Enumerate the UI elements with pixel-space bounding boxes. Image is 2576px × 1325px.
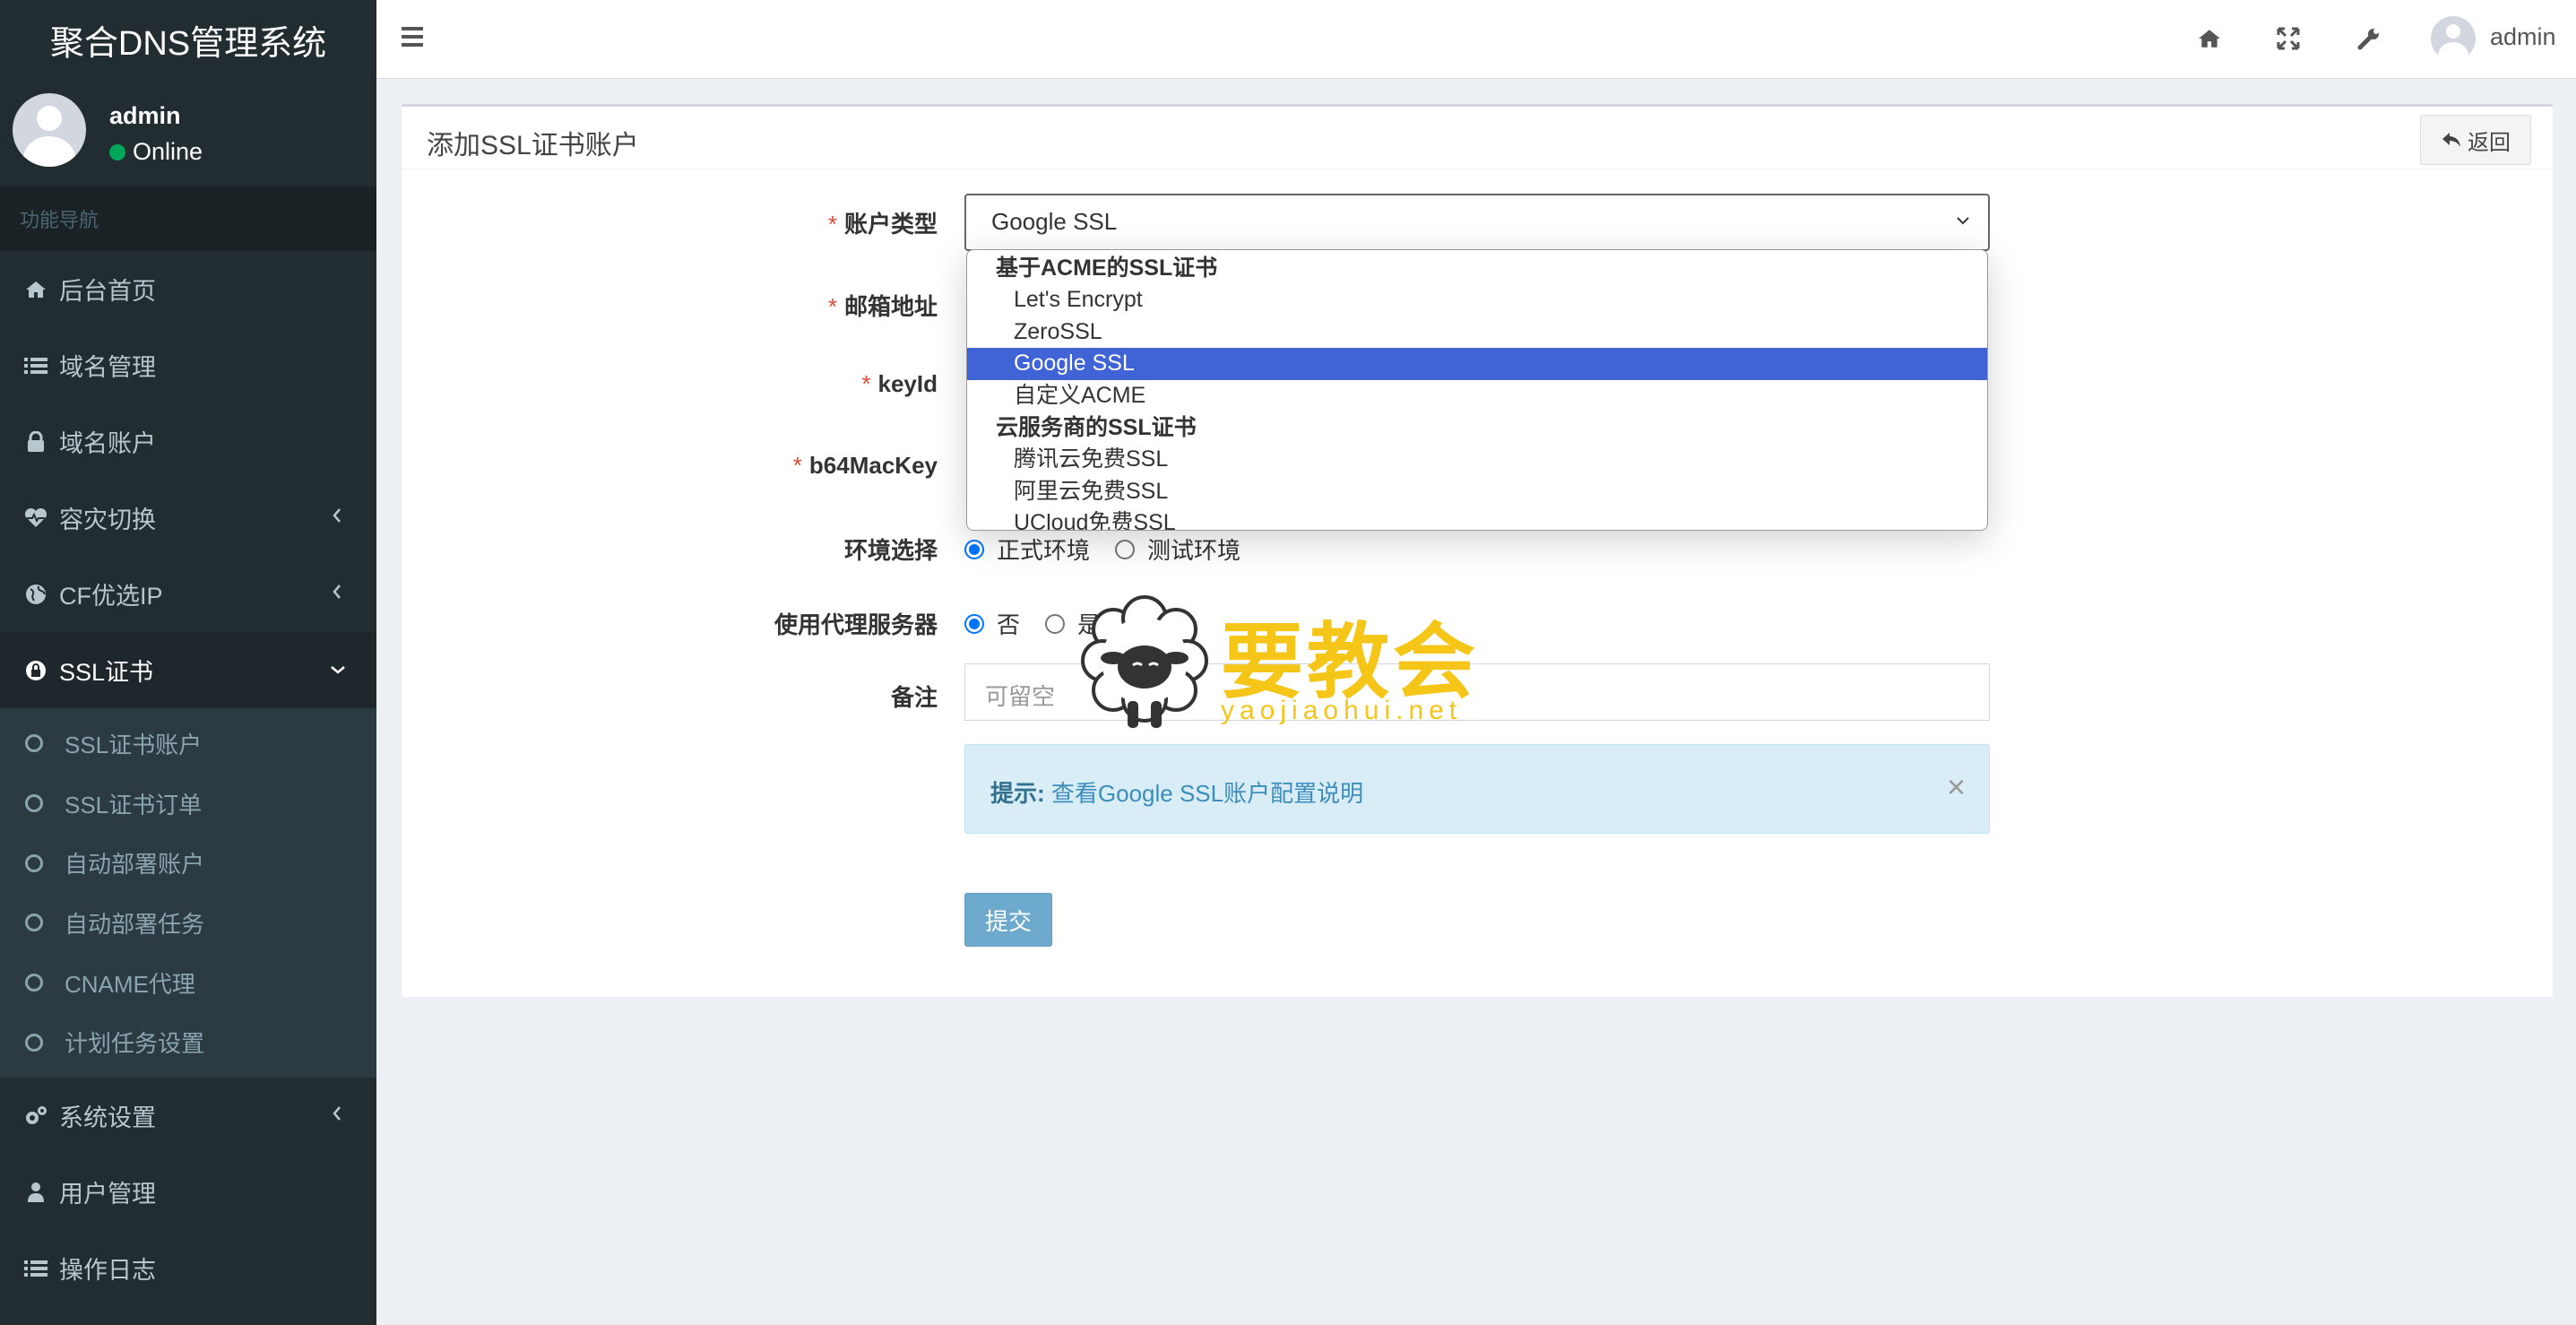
dropdown-group-acme: 基于ACME的SSL证书	[996, 255, 1218, 281]
sidebar-item-ssl[interactable]: SSL证书	[0, 632, 376, 708]
online-dot-icon	[109, 143, 125, 160]
nav-header: 功能导航	[0, 186, 376, 251]
sidebar: 聚合DNS管理系统 admin Online 功能导航 后台首页 域名管理 域名…	[0, 0, 376, 1325]
user-icon	[23, 1180, 48, 1205]
tip-link[interactable]: 查看Google SSL账户配置说明	[1051, 780, 1363, 807]
circle-icon	[25, 853, 43, 872]
sidebar-item-logs[interactable]: 操作日志	[0, 1230, 376, 1306]
b64mackey-label: * b64MacKey	[792, 452, 938, 479]
keyid-label: * keyId	[861, 370, 938, 397]
proxy-yes-radio[interactable]	[1045, 613, 1066, 634]
user-name: admin	[109, 102, 181, 129]
dropdown-option[interactable]: 自定义ACME	[967, 380, 1987, 412]
list-icon	[23, 353, 48, 378]
chevron-down-icon	[331, 666, 345, 674]
close-icon[interactable]: ×	[1947, 768, 1966, 806]
page-title: 添加SSL证书账户	[427, 131, 639, 160]
circle-icon	[25, 794, 43, 813]
sheep-logo-icon	[1081, 595, 1208, 728]
chevron-left-icon	[333, 585, 341, 599]
sidebar-item-failover[interactable]: 容灾切换	[0, 480, 376, 556]
remark-label: 备注	[890, 684, 938, 711]
fullscreen-icon[interactable]	[2275, 25, 2302, 52]
sidebar-subitem-ssl-accounts[interactable]: SSL证书账户	[0, 714, 376, 774]
sidebar-subitem-ssl-orders[interactable]: SSL证书订单	[0, 774, 376, 834]
dropdown-option-selected[interactable]: Google SSL	[967, 348, 1987, 380]
circle-icon	[25, 974, 43, 992]
sidebar-subitem-cron-settings[interactable]: 计划任务设置	[0, 1012, 376, 1072]
globe-icon	[23, 582, 48, 607]
home-icon	[23, 277, 48, 302]
reply-icon	[2442, 133, 2460, 147]
sidebar-item-settings[interactable]: 系统设置	[0, 1078, 376, 1154]
env-radio-group: 正式环境 测试环境	[964, 533, 1240, 566]
user-status: Online	[109, 138, 203, 166]
chevron-down-icon	[1957, 217, 1969, 225]
submit-button[interactable]: 提交	[964, 893, 1052, 947]
back-button[interactable]: 返回	[2420, 115, 2531, 165]
dropdown-group-cloud: 云服务商的SSL证书	[996, 415, 1197, 440]
chevron-left-icon	[333, 508, 341, 523]
sidebar-subitem-deploy-tasks[interactable]: 自动部署任务	[0, 893, 376, 953]
lock-circle-icon	[23, 658, 48, 683]
menu-toggle-icon[interactable]	[402, 27, 423, 51]
top-navbar: admin	[376, 0, 2576, 79]
watermark-url: yaojiaohui.net	[1221, 696, 1463, 725]
sidebar-item-domain-accounts[interactable]: 域名账户	[0, 403, 376, 480]
dropdown-option[interactable]: UCloud免费SSL	[967, 507, 1987, 530]
circle-icon	[25, 914, 43, 932]
dropdown-option[interactable]: 阿里云免费SSL	[967, 476, 1987, 508]
account-type-select[interactable]: Google SSL	[964, 194, 1990, 251]
env-production-radio[interactable]	[964, 539, 984, 559]
dropdown-option[interactable]: Let's Encrypt	[967, 284, 1987, 316]
env-test-radio[interactable]	[1115, 539, 1136, 559]
tip-alert: 提示: 查看Google SSL账户配置说明 ×	[964, 744, 1990, 834]
avatar[interactable]	[2431, 16, 2476, 61]
sidebar-item-dashboard[interactable]: 后台首页	[0, 251, 376, 327]
heartbeat-icon	[23, 506, 48, 531]
home-icon[interactable]	[2196, 25, 2223, 52]
circle-icon	[25, 734, 43, 753]
circle-icon	[25, 1033, 43, 1052]
email-label: * 邮箱地址	[827, 293, 938, 320]
dropdown-option[interactable]: 腾讯云免费SSL	[967, 444, 1987, 476]
sidebar-item-cf-ip[interactable]: CF优选IP	[0, 556, 376, 632]
sidebar-item-users[interactable]: 用户管理	[0, 1154, 376, 1230]
app-title[interactable]: 聚合DNS管理系统	[0, 0, 376, 79]
env-label: 环境选择	[843, 537, 938, 564]
box-header: 添加SSL证书账户 返回	[402, 107, 2553, 169]
wrench-icon[interactable]	[2356, 25, 2382, 52]
sidebar-subitem-deploy-accounts[interactable]: 自动部署账户	[0, 833, 376, 893]
chevron-left-icon	[333, 1106, 341, 1121]
lock-icon	[23, 429, 48, 455]
sidebar-subitem-cname-proxy[interactable]: CNAME代理	[0, 953, 376, 1013]
proxy-label: 使用代理服务器	[774, 611, 938, 638]
avatar	[13, 93, 86, 167]
ssl-submenu: SSL证书账户 SSL证书订单 自动部署账户 自动部署任务 CNAME代理 计划…	[0, 708, 376, 1078]
account-type-label: * 账户类型	[827, 211, 938, 238]
dropdown-option[interactable]: ZeroSSL	[967, 316, 1987, 349]
user-panel: admin Online	[0, 79, 376, 186]
account-type-dropdown: 基于ACME的SSL证书 Let's Encrypt ZeroSSL Googl…	[966, 249, 1988, 531]
sidebar-item-domains[interactable]: 域名管理	[0, 327, 376, 403]
proxy-no-radio[interactable]	[964, 613, 984, 634]
list-icon	[23, 1256, 48, 1281]
tip-label: 提示:	[990, 780, 1045, 807]
cogs-icon	[23, 1104, 48, 1129]
top-user-name[interactable]: admin	[2490, 23, 2556, 51]
